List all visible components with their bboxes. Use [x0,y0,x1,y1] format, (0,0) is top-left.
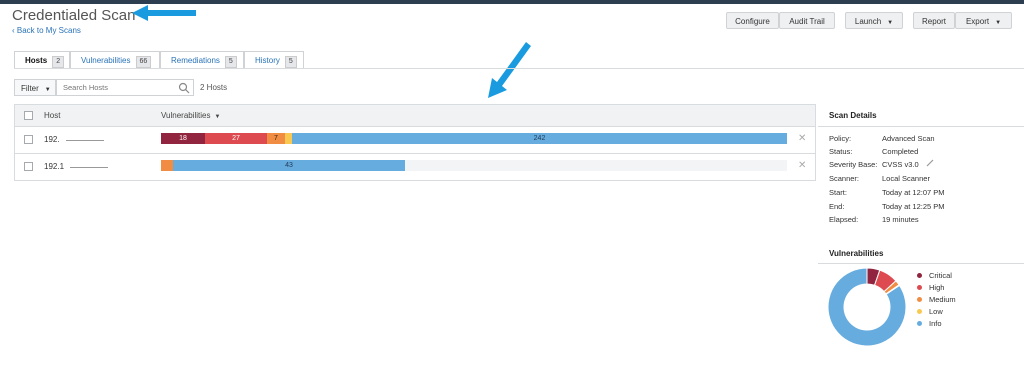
page-title: Credentialed Scan [12,7,136,24]
detail-key: Policy: [829,134,852,143]
tab-remediations[interactable]: Remediations 5 [160,51,244,69]
row-checkbox[interactable] [24,162,33,171]
column-header-vulnerabilities[interactable]: Vulnerabilities ▼ [161,111,220,120]
launch-button[interactable]: Launch ▼ [845,12,903,29]
search-icon[interactable] [178,82,190,94]
detail-key: Status: [829,147,853,156]
redaction-line [70,167,108,168]
chevron-down-icon: ▼ [887,20,894,26]
vulnerabilities-chart-title: Vulnerabilities [829,249,884,258]
hosts-count: 2 Hosts [200,83,228,92]
detail-value: Today at 12:25 PM [882,202,945,211]
chevron-down-icon: ▼ [995,20,1002,26]
low-segment [285,133,292,144]
tab-history[interactable]: History 5 [244,51,304,69]
search-input[interactable] [56,79,194,96]
vulnerabilities-donut-chart [827,267,907,347]
row-checkbox[interactable] [24,135,33,144]
tab-divider [14,68,1024,69]
hosts-table: Host Vulnerabilities ▼ 192. 18 27 7 242 ✕… [14,104,816,181]
tab-count-badge: 2 [52,56,65,68]
audit-trail-button[interactable]: Audit Trail [779,12,835,29]
annotation-arrow-icon [132,5,196,21]
table-header: Host Vulnerabilities ▼ [15,105,815,127]
column-header-host[interactable]: Host [44,111,60,120]
legend-label-low: Low [929,307,943,316]
detail-value: CVSS v3.0 [882,160,919,169]
detail-key: Scanner: [829,174,860,183]
close-icon[interactable]: ✕ [798,133,806,144]
medium-segment: 7 [267,133,285,144]
chevron-down-icon: ▼ [44,87,51,93]
legend-dot-low [917,309,922,314]
annotation-arrow-icon [488,42,531,98]
detail-value: Completed [882,147,919,156]
scan-details-title: Scan Details [829,111,877,120]
export-button[interactable]: Export ▼ [955,12,1012,29]
section-divider [818,263,1024,264]
tab-hosts[interactable]: Hosts 2 [14,51,70,69]
high-segment: 27 [205,133,267,144]
report-button[interactable]: Report [913,12,955,29]
critical-segment: 18 [161,133,205,144]
filter-button[interactable]: Filter ▼ [14,79,56,96]
legend-dot-critical [917,273,922,278]
detail-key: Start: [829,188,847,197]
legend-label-info: Info [929,319,942,328]
section-divider [818,126,1024,127]
medium-segment [161,160,173,171]
detail-key: Severity Base: [829,160,878,169]
table-row[interactable]: 192.1 43 ✕ [15,154,815,180]
detail-value: 19 minutes [882,215,919,224]
redaction-line [66,140,104,141]
tab-count-badge: 5 [284,56,297,68]
info-segment: 43 [173,160,405,171]
tab-count-badge: 5 [224,56,237,68]
vulnerability-bar[interactable]: 18 27 7 242 [161,133,787,144]
top-navigation-bar [0,0,1024,4]
sort-caret-icon: ▼ [214,114,221,120]
detail-value: Local Scanner [882,174,930,183]
detail-key: End: [829,202,845,211]
host-address[interactable]: 192.1 [44,162,64,171]
info-segment: 242 [292,133,787,144]
legend-dot-high [917,285,922,290]
close-icon[interactable]: ✕ [798,160,806,171]
legend-dot-medium [917,297,922,302]
back-to-scans-link[interactable]: ‹ Back to My Scans [12,26,81,35]
host-address[interactable]: 192. [44,135,60,144]
configure-button[interactable]: Configure [726,12,779,29]
select-all-checkbox[interactable] [24,111,33,120]
vulnerability-bar[interactable]: 43 [161,160,787,171]
table-row[interactable]: 192. 18 27 7 242 ✕ [15,127,815,154]
legend-label-medium: Medium [929,295,956,304]
tab-count-badge: 66 [135,56,152,68]
tab-vulnerabilities[interactable]: Vulnerabilities 66 [70,51,160,69]
legend-label-high: High [929,283,945,292]
legend-label-critical: Critical [929,271,952,280]
legend-dot-info [917,321,922,326]
pencil-icon[interactable] [926,159,934,167]
detail-value: Advanced Scan [882,134,935,143]
detail-value: Today at 12:07 PM [882,188,945,197]
detail-key: Elapsed: [829,215,859,224]
